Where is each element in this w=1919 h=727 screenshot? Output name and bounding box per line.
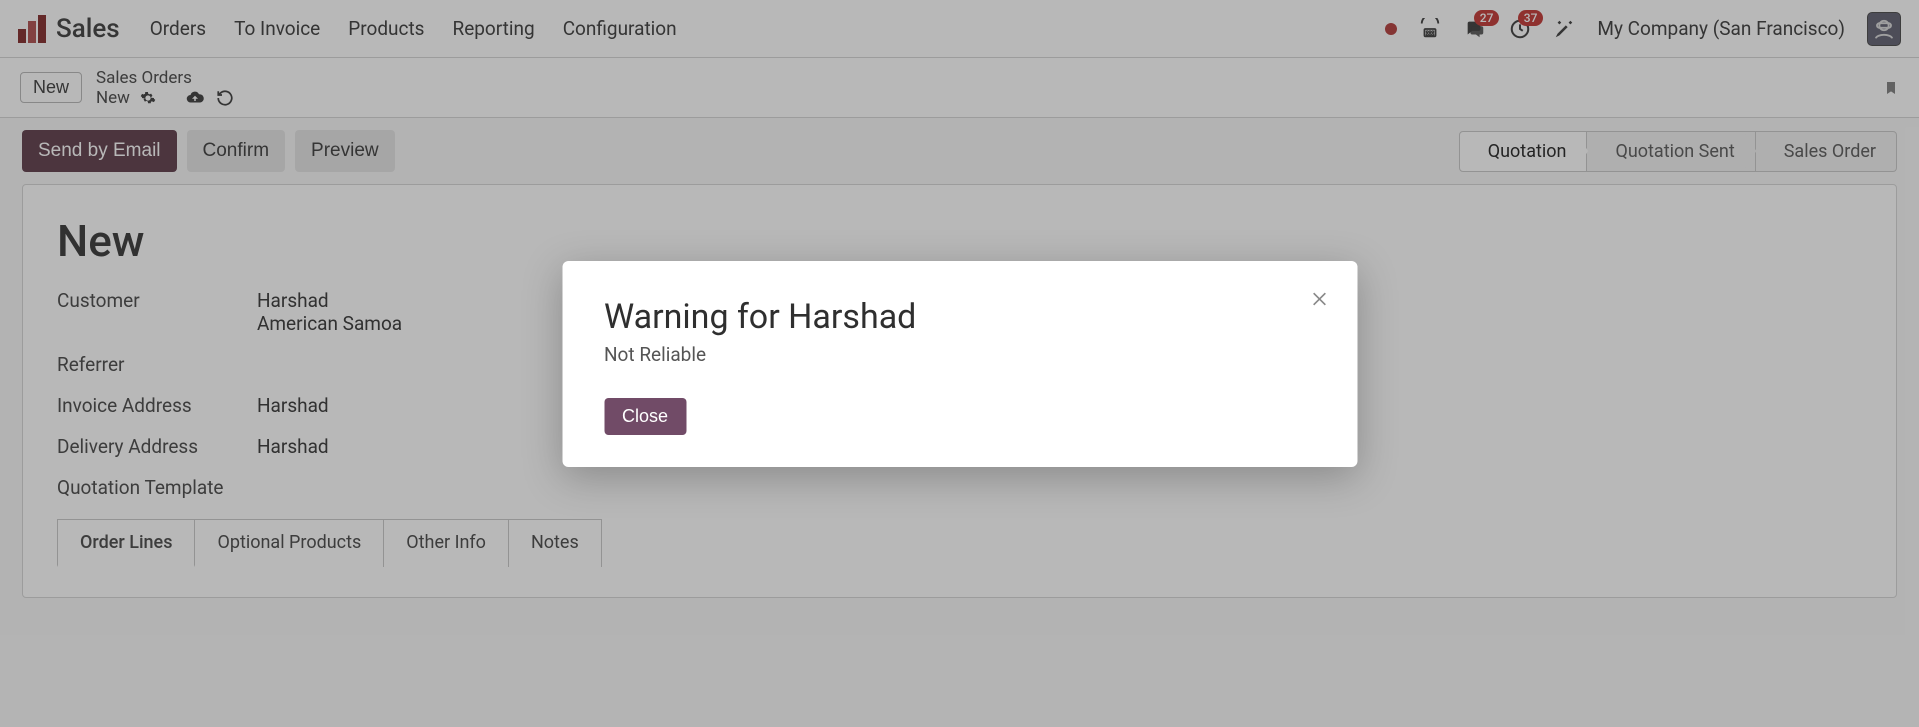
dialog-body: Not Reliable [604,343,1315,366]
dialog-title: Warning for Harshad [604,297,1315,337]
close-icon[interactable] [1309,289,1329,309]
warning-dialog: Warning for Harshad Not Reliable Close [562,261,1357,467]
dialog-close-button[interactable]: Close [604,398,686,435]
